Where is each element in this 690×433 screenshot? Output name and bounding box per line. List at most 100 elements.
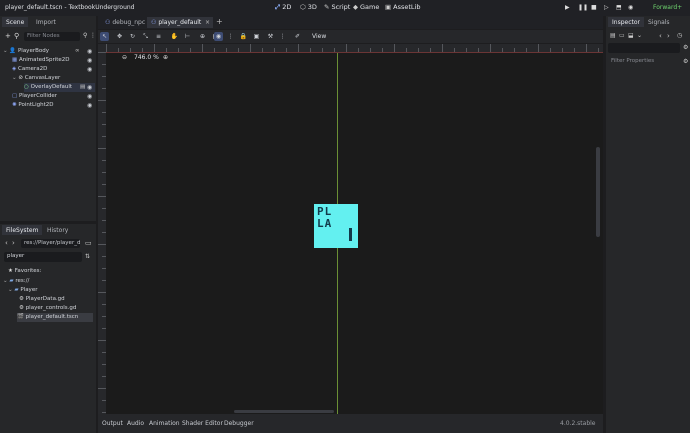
tree-row-playerbody[interactable]: ⌄ 👤 PlayerBody ∞ ◉ [3, 47, 95, 56]
stop-icon[interactable]: ■ [591, 4, 597, 11]
play-icon[interactable]: ▶ [565, 4, 570, 11]
zoom-in-icon[interactable]: ⊕ [163, 54, 168, 61]
object-menu-icon[interactable]: ⚙ [683, 44, 688, 51]
workspace-3d-button[interactable]: ⬡ 3D [300, 3, 317, 13]
movie-maker-icon[interactable]: ◉ [628, 4, 633, 11]
tab-debugger[interactable]: Debugger [224, 420, 254, 427]
history-forward-icon[interactable]: › [667, 32, 670, 40]
file-row-player-default[interactable]: 🎬 player_default.tscn [17, 313, 93, 322]
new-tab-icon[interactable]: + [216, 17, 223, 26]
collapse-arrow-icon: ⌄ [12, 75, 17, 81]
workspace-game-button[interactable]: ◆ Game [353, 3, 379, 13]
camera-override-icon[interactable]: ✐ [293, 32, 302, 41]
tree-row-playercollider[interactable]: ▢ PlayerCollider ◉ [12, 92, 95, 101]
workspace-assetlib-button[interactable]: ▣ AssetLib [385, 3, 420, 13]
visibility-icon[interactable]: ◉ [87, 92, 92, 101]
tab-audio[interactable]: Audio [127, 420, 144, 427]
filter-nodes-input[interactable]: Filter Nodes [24, 32, 80, 41]
tree-row-overlaydefault[interactable]: ○ OverlayDefault ▤ ◉ [24, 83, 95, 92]
tab-output[interactable]: Output [102, 420, 123, 427]
file-search-input[interactable]: player [4, 252, 82, 262]
favorites-row[interactable]: ★ Favorites: [8, 267, 41, 276]
tab-debug-npc[interactable]: ⚇ debug_npc [101, 17, 149, 28]
load-resource-icon[interactable]: ▭ [619, 32, 625, 39]
tree-row-animatedsprite2d[interactable]: ▦ AnimatedSprite2D ◉ [12, 56, 95, 65]
tab-inspector[interactable]: Inspector [608, 17, 644, 27]
tab-import[interactable]: Import [32, 17, 60, 27]
smart-snap-icon[interactable]: ⊕ [198, 32, 207, 41]
canvas-layer-icon: ⊘ [18, 75, 23, 81]
split-view-icon[interactable]: ▭ [85, 239, 92, 247]
move-tool-icon[interactable]: ✥ [115, 32, 124, 41]
renderer-selector[interactable]: Forward+ [653, 4, 682, 11]
pause-icon[interactable]: ❚❚ [578, 4, 588, 11]
tab-shader-editor[interactable]: Shader Editor [182, 420, 223, 427]
history-back-icon[interactable]: ‹ [659, 32, 662, 40]
lock-icon[interactable]: 🔒 [239, 32, 248, 41]
more-snap-icon[interactable]: ⋮ [226, 32, 235, 41]
tab-player-default[interactable]: ⚇ player_default × [147, 17, 213, 28]
visibility-icon[interactable]: ◉ [87, 83, 92, 92]
back-arrow-icon[interactable]: ‹ [5, 239, 8, 247]
scene-dock: Scene Import + ⚲ Filter Nodes ⚲ ⋮ ⌄ 👤 Pl… [0, 16, 96, 221]
snap-options-icon[interactable]: ◉ [214, 32, 223, 41]
object-history-icon[interactable]: ◷ [677, 32, 682, 39]
file-row-player-controls[interactable]: ⚙ player_controls.gd [19, 304, 76, 313]
list-select-icon[interactable]: ≡ [154, 32, 163, 41]
tree-row-camera2d[interactable]: ◈ Camera2D ◉ [12, 65, 95, 74]
tab-scene[interactable]: Scene [2, 17, 29, 27]
visibility-icon[interactable]: ◉ [87, 47, 92, 56]
version-label: 4.0.2.stable [560, 420, 596, 427]
tree-row-canvaslayer[interactable]: ⌄ ⊘ CanvasLayer [12, 74, 95, 83]
search-options-icon[interactable]: ⚲ [83, 32, 87, 39]
group-icon[interactable]: ▣ [252, 32, 261, 41]
viewport-canvas[interactable]: ⊖ 746.0 % ⊕ PL LA [106, 52, 603, 414]
zoom-level[interactable]: 746.0 % [134, 54, 159, 61]
scale-tool-icon[interactable]: ⤡ [141, 32, 150, 41]
new-resource-icon[interactable]: ▤ [610, 32, 616, 39]
inspector-options-icon[interactable]: ⚙ [683, 58, 688, 65]
object-selector[interactable] [608, 43, 680, 53]
visibility-icon[interactable]: ◉ [87, 65, 92, 74]
forward-arrow-icon[interactable]: › [12, 239, 15, 247]
bone-icon[interactable]: ⋮ [278, 32, 287, 41]
inspector-dock: Inspector Signals ▤ ▭ ⬓ ⌄ ‹ › ◷ ⚙ Filter… [606, 16, 690, 433]
filter-properties-input[interactable]: Filter Properties [608, 57, 680, 67]
tab-animation[interactable]: Animation [149, 420, 180, 427]
save-resource-icon[interactable]: ⬓ [628, 32, 634, 39]
link-icon[interactable]: ⚲ [14, 32, 19, 40]
ruler-tool-icon[interactable]: ⊢ [183, 32, 192, 41]
add-node-icon[interactable]: + [5, 32, 11, 40]
vertical-scrollbar[interactable] [596, 147, 600, 237]
sort-icon[interactable]: ⇅ [85, 253, 90, 260]
tab-history[interactable]: History [43, 225, 72, 235]
view-menu[interactable]: View [312, 33, 326, 40]
path-input[interactable]: res://Player/player_d [21, 239, 80, 248]
file-row-playerdata[interactable]: ⚙ PlayerData.gd [19, 295, 65, 304]
rotate-tool-icon[interactable]: ↻ [128, 32, 137, 41]
tree-row-pointlight2d[interactable]: ✺ PointLight2D ◉ [12, 101, 95, 110]
play-scene-icon[interactable]: ▷ [604, 4, 609, 11]
workspace-script-button[interactable]: ✎ Script [324, 3, 350, 13]
tab-signals[interactable]: Signals [644, 17, 674, 27]
visibility-icon[interactable]: ◉ [87, 101, 92, 110]
select-tool-icon[interactable]: ↖ [100, 32, 109, 41]
camera-icon: ◈ [12, 66, 17, 72]
menu-icon[interactable]: ⋮ [90, 32, 96, 39]
visibility-icon[interactable]: ◉ [87, 56, 92, 65]
script-attached-icon[interactable]: ▤ [80, 83, 85, 92]
close-icon[interactable]: × [205, 19, 210, 26]
tab-filesystem[interactable]: FileSystem [2, 225, 43, 235]
res-root-row[interactable]: ⌄ ▰ res:// [3, 277, 29, 286]
pan-tool-icon[interactable]: ✋ [170, 32, 179, 41]
horizontal-scrollbar[interactable] [234, 410, 334, 413]
skeleton-icon[interactable]: ⚒ [266, 32, 275, 41]
ruler-tick [394, 44, 395, 52]
player-sprite[interactable]: PL LA [314, 204, 358, 248]
zoom-out-icon[interactable]: ⊖ [122, 54, 127, 61]
ruler-tick [490, 44, 491, 52]
folder-player-row[interactable]: ⌄ ▰ Player [8, 286, 37, 295]
play-custom-icon[interactable]: ⬒ [616, 4, 622, 11]
workspace-2d-button[interactable]: ⤢ 2D [275, 3, 291, 13]
resource-menu-icon[interactable]: ⌄ [637, 32, 642, 39]
